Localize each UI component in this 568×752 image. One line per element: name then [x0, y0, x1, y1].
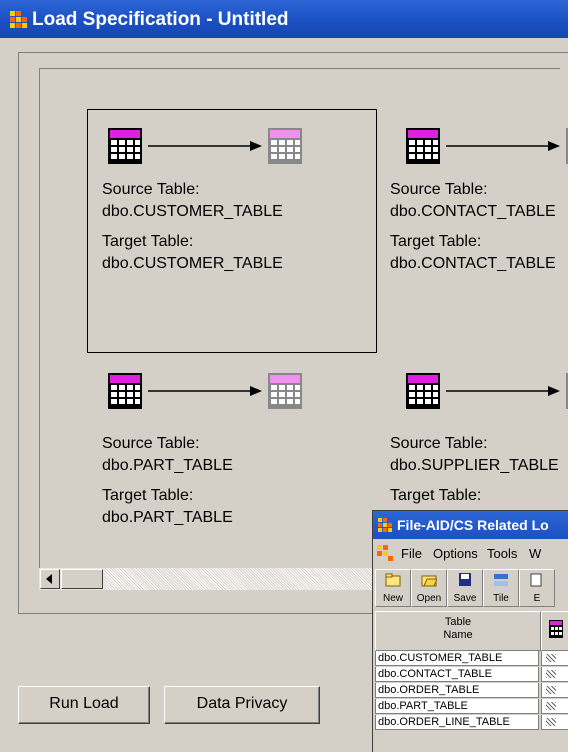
load-specification-window: Load Specification - Untitled Source Tab…: [0, 0, 568, 752]
app-icon: [10, 11, 27, 28]
scroll-left-button[interactable]: [40, 569, 60, 589]
table-mapping-icon[interactable]: [108, 124, 408, 174]
menu-window[interactable]: W: [529, 546, 541, 561]
mapping-node[interactable]: Source Table: dbo.SUPPLIER_TABLE Target …: [390, 433, 559, 507]
document-icon: [377, 545, 393, 561]
target-label: Target Table:: [102, 233, 194, 250]
status-cell: [541, 651, 568, 666]
table-icon-header[interactable]: [541, 611, 568, 651]
status-cell: [541, 667, 568, 682]
tile-button[interactable]: Tile: [483, 569, 519, 607]
related-window-title-bar[interactable]: File-AID/CS Related Lo: [373, 511, 568, 539]
source-table-name: dbo.CUSTOMER_TABLE: [102, 203, 283, 220]
table-row[interactable]: dbo.CONTACT_TABLE: [375, 667, 568, 683]
table-name-cell: dbo.CUSTOMER_TABLE: [375, 651, 539, 666]
source-table-name: dbo.PART_TABLE: [102, 457, 233, 474]
open-button[interactable]: Open: [411, 569, 447, 607]
app-icon: [378, 518, 392, 532]
checkered-flag-icon: [546, 670, 556, 678]
title-bar[interactable]: Load Specification - Untitled: [0, 0, 568, 38]
target-table-name: dbo.CUSTOMER_TABLE: [102, 255, 283, 272]
table-mapping-icon[interactable]: [406, 124, 568, 174]
table-name-cell: dbo.ORDER_LINE_TABLE: [375, 715, 539, 730]
table-name-cell: dbo.PART_TABLE: [375, 699, 539, 714]
source-label: Source Table:: [102, 181, 200, 198]
run-load-button[interactable]: Run Load: [18, 686, 150, 724]
new-button[interactable]: New: [375, 569, 411, 607]
source-table-icon: [108, 128, 142, 164]
menu-options[interactable]: Options: [433, 546, 478, 561]
checkered-flag-icon: [546, 718, 556, 726]
toolbar: New Open Save Tile E: [373, 567, 568, 609]
target-label: Target Table:: [102, 487, 194, 504]
menu-file[interactable]: File: [401, 546, 422, 561]
tile-windows-icon: [494, 574, 508, 586]
mapping-node[interactable]: Source Table: dbo.PART_TABLE Target Tabl…: [102, 433, 233, 529]
floppy-disk-icon: [459, 573, 471, 586]
table-row[interactable]: dbo.ORDER_TABLE: [375, 683, 568, 699]
status-cell: [541, 715, 568, 730]
mapping-node[interactable]: Source Table: dbo.CONTACT_TABLE Target T…: [390, 179, 556, 275]
table-row[interactable]: dbo.PART_TABLE: [375, 699, 568, 715]
table-name-cell: dbo.CONTACT_TABLE: [375, 667, 539, 682]
menu-bar: File Options Tools W: [373, 541, 568, 565]
load-diagram-canvas[interactable]: Source Table: dbo.CUSTOMER_TABLE Target …: [39, 68, 568, 569]
table-row[interactable]: dbo.CUSTOMER_TABLE: [375, 651, 568, 667]
checkered-flag-icon: [546, 686, 556, 694]
target-label: Target Table:: [390, 487, 482, 504]
checkered-flag-icon: [546, 702, 556, 710]
status-cell: [541, 699, 568, 714]
scroll-thumb[interactable]: [61, 569, 103, 589]
table-name-cell: dbo.ORDER_TABLE: [375, 683, 539, 698]
target-label: Target Table:: [390, 233, 482, 250]
e-button[interactable]: E: [519, 569, 555, 607]
source-table-name: dbo.CONTACT_TABLE: [390, 203, 556, 220]
table-mapping-icon[interactable]: [108, 369, 408, 419]
source-table-name: dbo.SUPPLIER_TABLE: [390, 457, 559, 474]
table-mapping-icon[interactable]: [406, 369, 568, 419]
related-window-title: File-AID/CS Related Lo: [397, 517, 549, 533]
target-table-name: dbo.CONTACT_TABLE: [390, 255, 556, 272]
menu-tools[interactable]: Tools: [487, 546, 517, 561]
edit-icon: [530, 573, 542, 587]
related-window[interactable]: File-AID/CS Related Lo File Options Tool…: [372, 510, 568, 752]
source-label: Source Table:: [102, 435, 200, 452]
target-table-icon: [268, 128, 302, 164]
status-cell: [541, 683, 568, 698]
source-label: Source Table:: [390, 181, 488, 198]
open-folder-icon: [421, 575, 437, 587]
save-button[interactable]: Save: [447, 569, 483, 607]
table-name-header[interactable]: Table Name: [375, 611, 541, 651]
checkered-flag-icon: [546, 654, 556, 662]
data-privacy-button[interactable]: Data Privacy: [164, 686, 320, 724]
table-icon: [549, 620, 563, 638]
new-folder-icon: [385, 573, 401, 587]
source-label: Source Table:: [390, 435, 488, 452]
window-title: Load Specification - Untitled: [32, 9, 289, 30]
target-table-name: dbo.PART_TABLE: [102, 509, 233, 526]
table-row[interactable]: dbo.ORDER_LINE_TABLE: [375, 715, 568, 731]
mapping-node[interactable]: Source Table: dbo.CUSTOMER_TABLE Target …: [102, 179, 283, 275]
